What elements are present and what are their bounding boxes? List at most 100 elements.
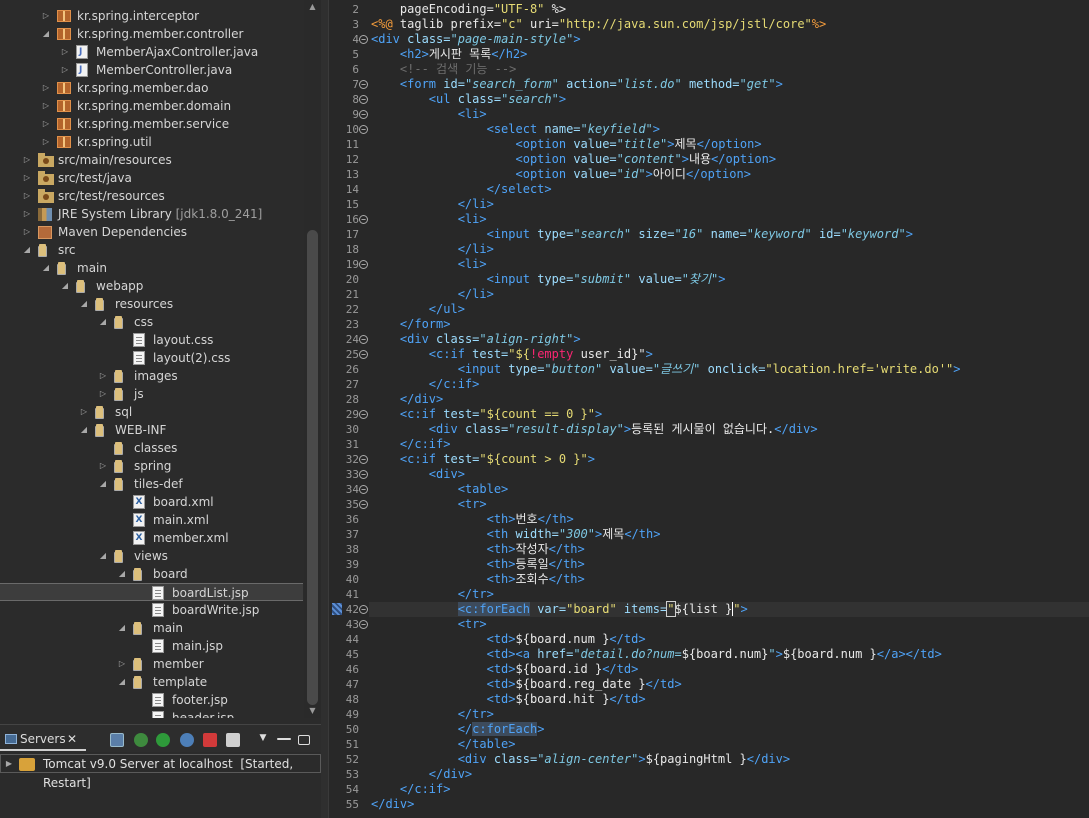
chevron-right-icon[interactable]: ▷ bbox=[117, 655, 127, 673]
fold-toggle-icon[interactable]: − bbox=[359, 80, 368, 89]
chevron-right-icon[interactable]: ▷ bbox=[98, 457, 108, 475]
tree-item[interactable]: ▷ src/main/resources bbox=[0, 151, 303, 169]
code-line[interactable]: <td>${board.num }</td> bbox=[371, 632, 646, 647]
tree-item[interactable]: ▷ kr.spring.util bbox=[0, 133, 303, 151]
code-line[interactable]: <li> bbox=[371, 212, 487, 227]
code-line[interactable]: </c:forEach> bbox=[371, 722, 544, 737]
code-line[interactable]: <th width="300">제목</th> bbox=[371, 527, 661, 542]
tree-item[interactable]: ▷ spring bbox=[0, 457, 303, 475]
chevron-down-icon[interactable]: ◢ bbox=[98, 475, 108, 493]
chevron-down-icon[interactable]: ◢ bbox=[117, 565, 127, 583]
code-line[interactable]: <option value="content">내용</option> bbox=[371, 152, 777, 167]
code-line[interactable]: <form id="search_form" action="list.do" … bbox=[371, 77, 783, 92]
chevron-down-icon[interactable]: ◢ bbox=[98, 547, 108, 565]
fold-toggle-icon[interactable]: − bbox=[359, 620, 368, 629]
tree-item[interactable]: ▷ js bbox=[0, 385, 303, 403]
code-line[interactable]: <c:forEach var="board" items="${list }"> bbox=[371, 601, 748, 617]
chevron-right-icon[interactable]: ▷ bbox=[22, 223, 32, 241]
tree-item[interactable]: ◢ template bbox=[0, 673, 303, 691]
code-line[interactable]: </table> bbox=[371, 737, 516, 752]
code-line[interactable]: <th>번호</th> bbox=[371, 512, 574, 527]
code-line[interactable]: <li> bbox=[371, 107, 487, 122]
fold-toggle-icon[interactable]: − bbox=[359, 410, 368, 419]
code-line[interactable]: <td><a href="detail.do?num=${board.num}"… bbox=[371, 647, 942, 662]
code-line[interactable]: <div class="result-display">등록된 게시물이 없습니… bbox=[371, 422, 818, 437]
tree-item[interactable]: ▷ kr.spring.member.dao bbox=[0, 79, 303, 97]
tree-item[interactable]: ▷ sql bbox=[0, 403, 303, 421]
code-line[interactable]: <div class="align-center">${pagingHtml }… bbox=[371, 752, 790, 767]
fold-toggle-icon[interactable]: − bbox=[359, 260, 368, 269]
tree-item[interactable]: ◢ main bbox=[0, 619, 303, 637]
tree-item[interactable]: classes bbox=[0, 439, 303, 457]
chevron-right-icon[interactable]: ▷ bbox=[41, 115, 51, 133]
chevron-down-icon[interactable]: ◢ bbox=[60, 277, 70, 295]
chevron-right-icon[interactable]: ▷ bbox=[22, 205, 32, 223]
tree-item[interactable]: Xmain.xml bbox=[0, 511, 303, 529]
chevron-right-icon[interactable]: ▷ bbox=[98, 385, 108, 403]
code-line[interactable]: </div> bbox=[371, 767, 472, 782]
code-line[interactable]: <input type="search" size="16" name="key… bbox=[371, 227, 913, 242]
code-line[interactable]: </tr> bbox=[371, 587, 494, 602]
fold-toggle-icon[interactable]: − bbox=[359, 215, 368, 224]
fold-toggle-icon[interactable]: − bbox=[359, 485, 368, 494]
tree-item[interactable]: ◢ resources bbox=[0, 295, 303, 313]
fold-toggle-icon[interactable]: − bbox=[359, 35, 368, 44]
tree-item[interactable]: Xmember.xml bbox=[0, 529, 303, 547]
tree-item[interactable]: ▷ src/test/resources bbox=[0, 187, 303, 205]
minimize-icon[interactable] bbox=[277, 738, 291, 740]
code-line[interactable]: <h2>게시판 목록</h2> bbox=[371, 47, 527, 62]
tree-item[interactable]: ▷ MemberAjaxController.java bbox=[0, 43, 303, 61]
code-line[interactable]: <option value="id">아이디</option> bbox=[371, 167, 751, 182]
scrollbar-thumb[interactable] bbox=[307, 230, 318, 705]
tree-item[interactable]: ▷ kr.spring.member.domain bbox=[0, 97, 303, 115]
server-row[interactable]: ▶ Tomcat v9.0 Server at localhost [Start… bbox=[0, 754, 321, 790]
chevron-down-icon[interactable]: ◢ bbox=[79, 295, 89, 313]
tree-item[interactable]: ◢ main bbox=[0, 259, 303, 277]
panel-divider[interactable] bbox=[321, 0, 328, 818]
start-icon[interactable] bbox=[156, 733, 170, 747]
tree-item[interactable]: boardWrite.jsp bbox=[0, 601, 303, 619]
tree-item[interactable]: ◢ css bbox=[0, 313, 303, 331]
chevron-down-icon[interactable]: ◢ bbox=[117, 619, 127, 637]
tree-item[interactable]: ◢ board bbox=[0, 565, 303, 583]
tree-item[interactable]: layout.css bbox=[0, 331, 303, 349]
fold-toggle-icon[interactable]: − bbox=[359, 95, 368, 104]
chevron-right-icon[interactable]: ▷ bbox=[41, 133, 51, 151]
chevron-right-icon[interactable]: ▷ bbox=[41, 7, 51, 25]
fold-toggle-icon[interactable]: − bbox=[359, 455, 368, 464]
code-line[interactable]: <select name="keyfield"> bbox=[371, 122, 660, 137]
chevron-down-icon[interactable]: ◢ bbox=[117, 673, 127, 691]
explorer-scrollbar[interactable]: ▲ ▼ bbox=[304, 0, 321, 718]
code-line[interactable]: </li> bbox=[371, 287, 494, 302]
close-icon[interactable]: ✕ bbox=[67, 727, 77, 751]
tree-item[interactable]: ▷ src/test/java bbox=[0, 169, 303, 187]
code-line[interactable]: <div class="page-main-style"> bbox=[371, 32, 581, 47]
code-line[interactable]: </c:if> bbox=[371, 377, 480, 392]
code-line[interactable]: </ul> bbox=[371, 302, 465, 317]
code-line[interactable]: </form> bbox=[371, 317, 451, 332]
code-line[interactable]: <div> bbox=[371, 467, 465, 482]
code-line[interactable]: pageEncoding="UTF-8" %> bbox=[371, 2, 566, 17]
tree-item[interactable]: ▷ JRE System Library [jdk1.8.0_241] bbox=[0, 205, 303, 223]
publish-icon[interactable] bbox=[226, 733, 240, 747]
code-line[interactable]: <!-- 검색 기능 --> bbox=[371, 62, 516, 77]
code-line[interactable]: <input type="submit" value="찾기"> bbox=[371, 272, 726, 287]
tree-item[interactable]: ◢ kr.spring.member.controller bbox=[0, 25, 303, 43]
code-line[interactable]: </li> bbox=[371, 242, 494, 257]
chevron-right-icon[interactable]: ▷ bbox=[22, 169, 32, 187]
code-editor[interactable]: 2 pageEncoding="UTF-8" %> 3 <%@ taglib pre… bbox=[328, 0, 1089, 818]
chevron-down-icon[interactable]: ◢ bbox=[41, 259, 51, 277]
chevron-right-icon[interactable]: ▷ bbox=[41, 79, 51, 97]
fold-toggle-icon[interactable]: − bbox=[359, 500, 368, 509]
code-line[interactable]: </div> bbox=[371, 392, 443, 407]
code-line[interactable]: <table> bbox=[371, 482, 509, 497]
fold-toggle-icon[interactable]: − bbox=[359, 350, 368, 359]
code-line[interactable]: <li> bbox=[371, 257, 487, 272]
chevron-down-icon[interactable]: ◢ bbox=[41, 25, 51, 43]
chevron-right-icon[interactable]: ▷ bbox=[22, 187, 32, 205]
tree-item[interactable]: layout(2).css bbox=[0, 349, 303, 367]
code-line[interactable]: <ul class="search"> bbox=[371, 92, 566, 107]
tree-item[interactable]: ▷ member bbox=[0, 655, 303, 673]
code-line[interactable]: </c:if> bbox=[371, 437, 451, 452]
code-line[interactable]: <td>${board.reg_date }</td> bbox=[371, 677, 682, 692]
